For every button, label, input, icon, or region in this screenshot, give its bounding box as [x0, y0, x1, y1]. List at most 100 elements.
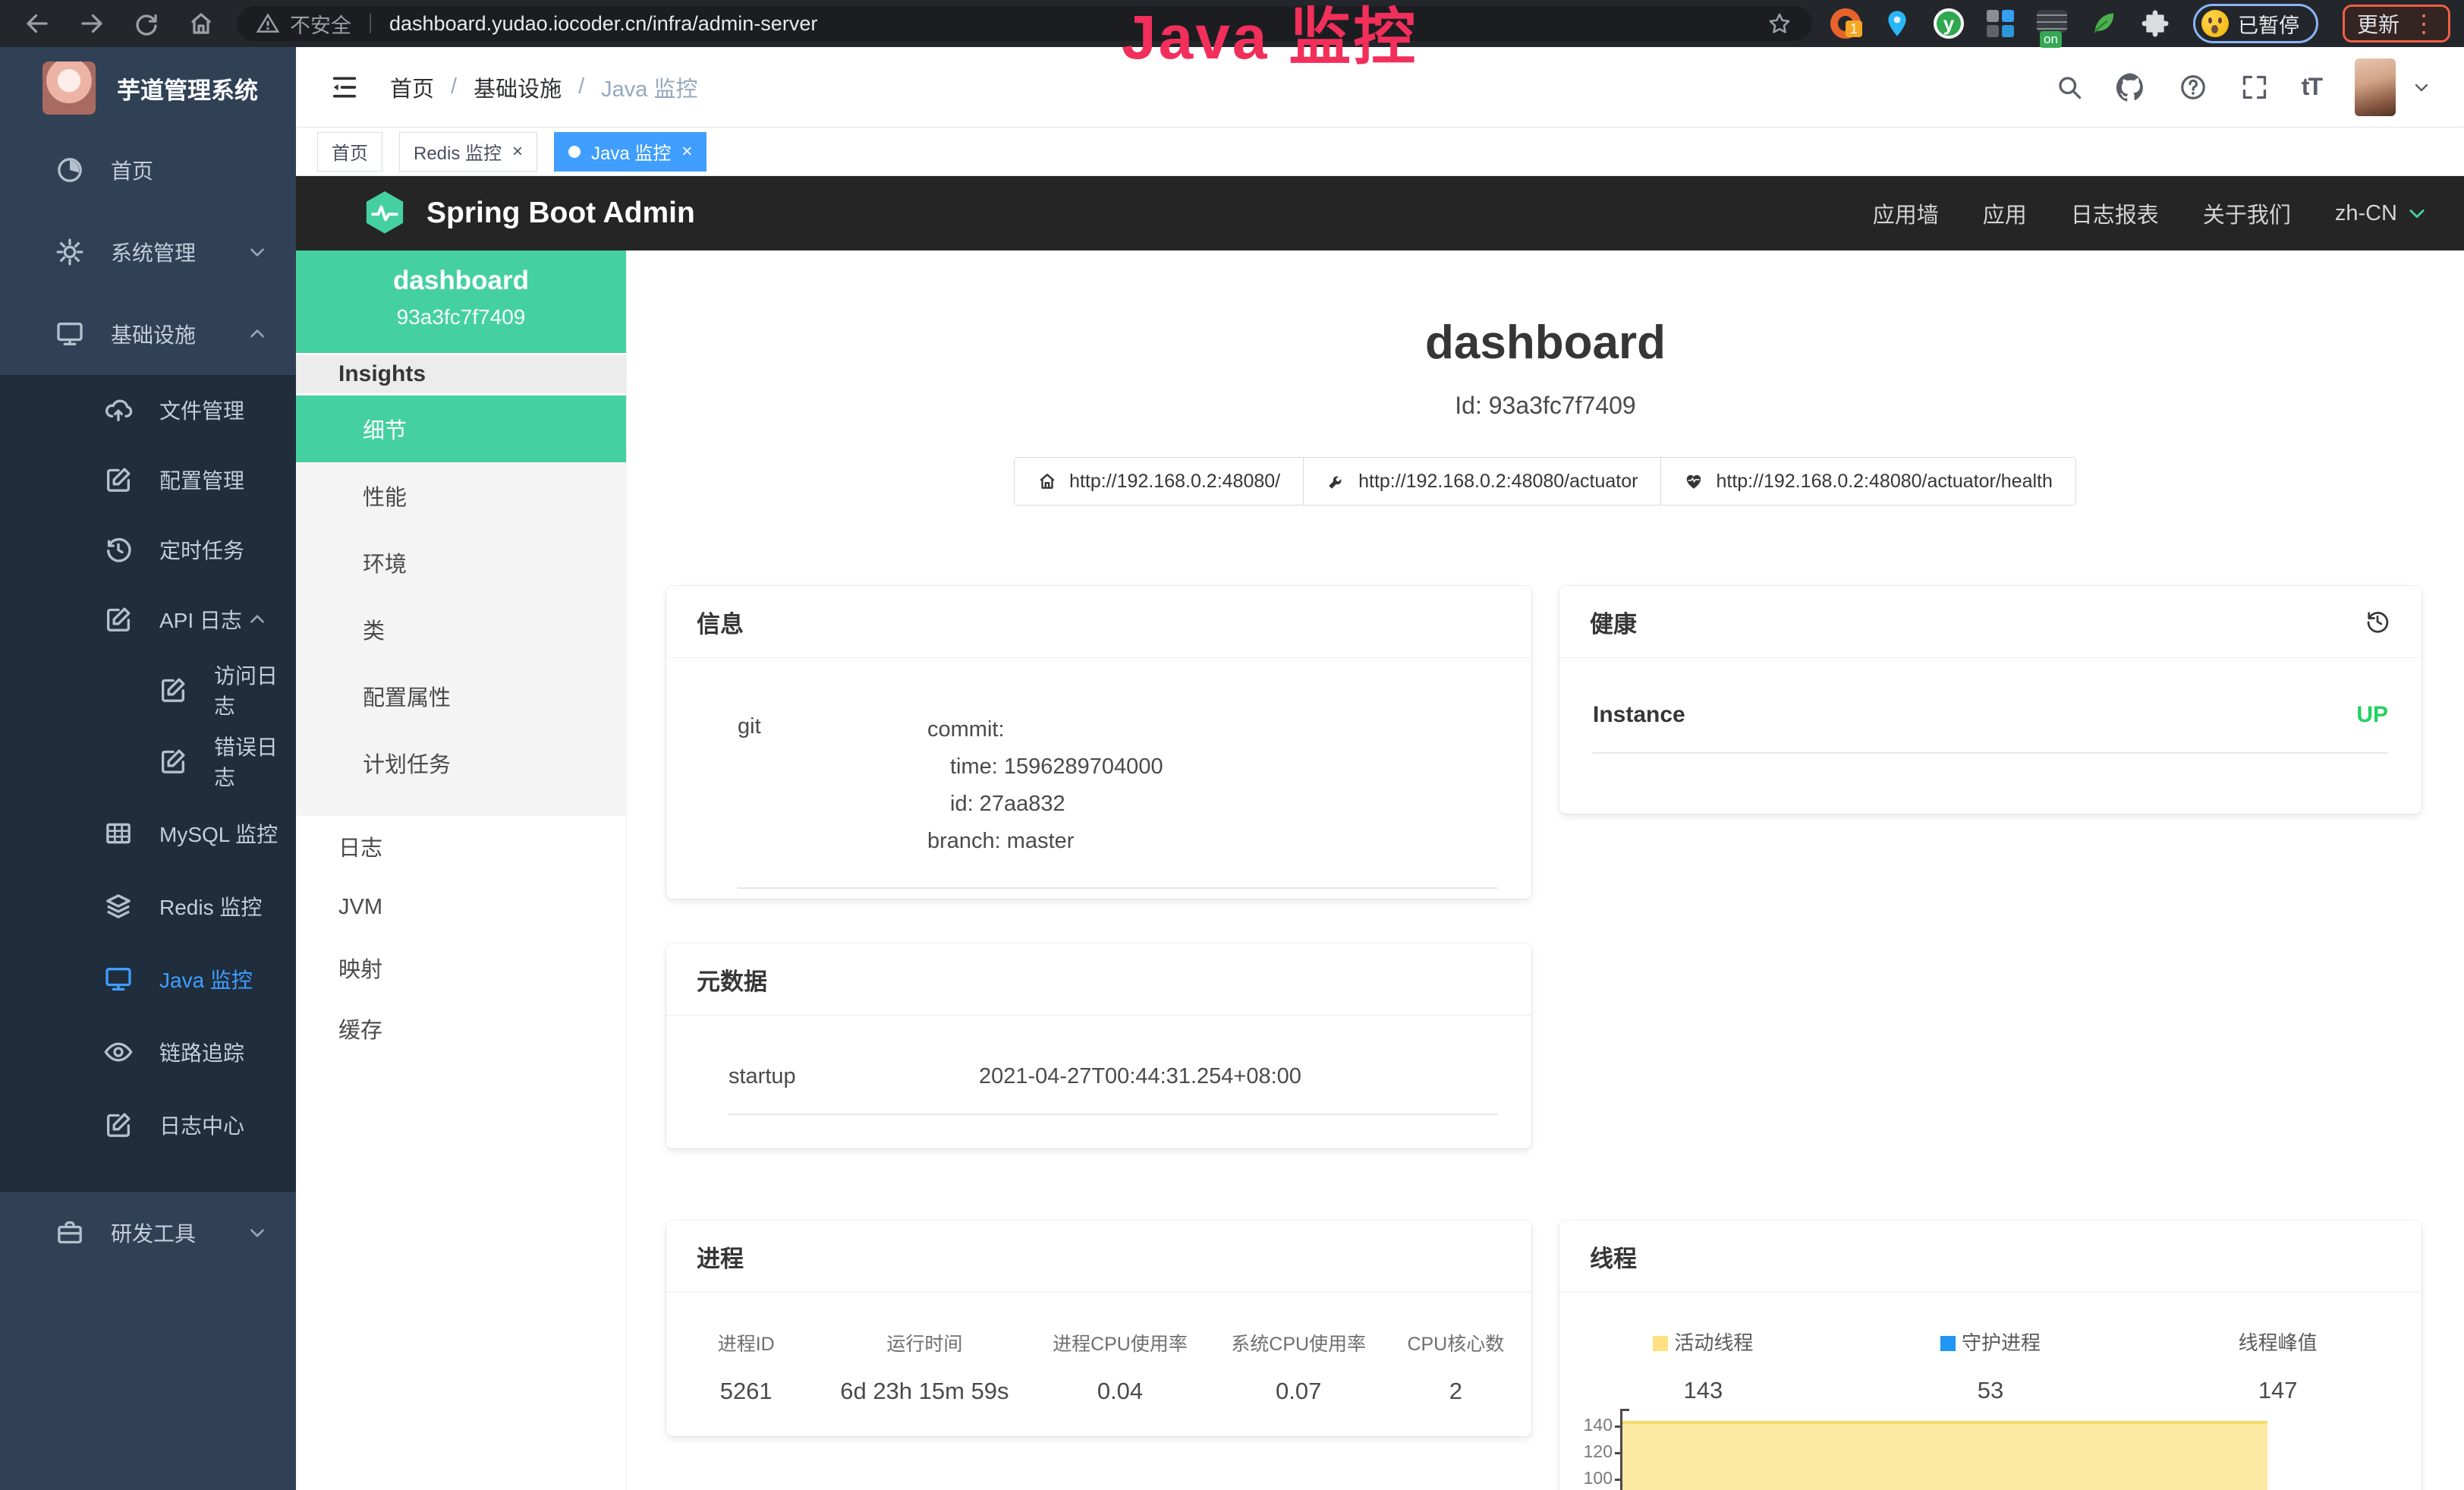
threads-chart: 140 120 100	[1573, 1403, 2408, 1490]
health-instance-label: Instance	[1593, 702, 1685, 728]
sidebar-item-system[interactable]: 系统管理	[0, 211, 296, 293]
sba-menu-jvm[interactable]: JVM	[296, 877, 626, 937]
edit-icon	[158, 746, 188, 777]
tag-redis-monitor[interactable]: Redis 监控 ×	[399, 132, 537, 172]
sidebar-item-error-logs[interactable]: 错误日志	[0, 726, 296, 797]
sba-menu-metrics[interactable]: 性能	[296, 462, 626, 529]
threads-card-title: 线程	[1559, 1221, 2422, 1293]
process-table-row: 5261 6d 23h 15m 59s 0.04 0.07 2	[666, 1378, 1531, 1405]
sba-menu-mappings[interactable]: 映射	[296, 937, 626, 998]
daemon-threads-legend-swatch	[1940, 1336, 1956, 1351]
wrench-icon	[1326, 471, 1346, 491]
search-icon[interactable]	[2056, 74, 2083, 101]
adblock-extension-icon[interactable]: 1	[1830, 8, 1861, 39]
sba-menu-details[interactable]: 细节	[296, 395, 626, 462]
sba-brand-title[interactable]: Spring Boot Admin	[426, 197, 695, 230]
tag-home[interactable]: 首页	[317, 132, 382, 172]
edit-icon	[103, 1110, 134, 1140]
metadata-card: 元数据 startup 2021-04-27T00:44:31.254+08:0…	[666, 943, 1531, 1148]
metadata-startup-row: startup 2021-04-27T00:44:31.254+08:00	[729, 1064, 1498, 1115]
user-menu-caret-icon[interactable]	[2412, 78, 2431, 96]
browser-forward-button[interactable]	[68, 5, 115, 43]
browser-back-button[interactable]	[14, 5, 61, 43]
sidebar-item-home[interactable]: 首页	[0, 129, 296, 211]
close-icon[interactable]: ×	[512, 143, 523, 161]
browser-home-button[interactable]	[178, 5, 225, 43]
fullscreen-icon[interactable]	[2241, 74, 2268, 101]
font-size-icon[interactable]: tT	[2302, 73, 2321, 101]
sidebar-item-infra[interactable]: 基础设施	[0, 293, 296, 375]
daemon-threads-value: 53	[1847, 1377, 2135, 1404]
tag-java-monitor[interactable]: Java 监控 ×	[554, 132, 706, 172]
switch-extension-icon[interactable]: on	[2037, 8, 2067, 39]
instance-header[interactable]: dashboard 93a3fc7f7409	[296, 250, 626, 353]
user-avatar[interactable]	[2355, 58, 2396, 116]
sidebar-item-config-management[interactable]: 配置管理	[0, 445, 296, 515]
sba-nav-about[interactable]: 关于我们	[2203, 197, 2291, 229]
info-card: 信息 git commit: time: 1596289704000 id: 2…	[666, 586, 1531, 899]
profile-avatar-emoji	[2201, 10, 2229, 37]
sidebar-item-scheduled-jobs[interactable]: 定时任务	[0, 515, 296, 584]
browser-menu-icon[interactable]: ⋮	[2412, 11, 2436, 36]
live-threads-area-series	[1622, 1421, 2267, 1490]
monitor-icon	[55, 319, 85, 349]
sba-menu-logs[interactable]: 日志	[296, 816, 626, 877]
live-threads-value: 143	[1559, 1377, 1847, 1404]
sba-locale-select[interactable]: zh-CN	[2335, 201, 2428, 226]
y-extension-icon[interactable]: y	[1934, 8, 1964, 39]
metadata-key: startup	[729, 1064, 979, 1089]
sidebar-item-api-logs[interactable]: API 日志	[0, 584, 296, 654]
briefcase-icon	[55, 1218, 85, 1248]
sidebar-item-log-center[interactable]: 日志中心	[0, 1088, 296, 1161]
system-cpu-value: 0.07	[1210, 1378, 1388, 1405]
pin-extension-icon[interactable]	[1882, 8, 1912, 39]
close-icon[interactable]: ×	[681, 143, 692, 161]
sba-menu-classes[interactable]: 类	[296, 596, 626, 663]
github-icon[interactable]	[2116, 73, 2145, 102]
actuator-url-button[interactable]: http://192.168.0.2:48080/actuator	[1303, 457, 1661, 506]
health-instance-row: Instance UP	[1593, 702, 2388, 754]
process-card-title: 进程	[666, 1221, 1531, 1293]
extensions-row: 1 y on	[1830, 8, 2170, 39]
sidebar-item-tracing[interactable]: 链路追踪	[0, 1016, 296, 1088]
sba-menu-scheduled-tasks[interactable]: 计划任务	[296, 729, 626, 796]
paused-label: 已暂停	[2238, 9, 2299, 39]
sidebar-item-access-logs[interactable]: 访问日志	[0, 654, 296, 726]
grid-extension-icon[interactable]	[1985, 8, 2016, 39]
leaf-extension-icon[interactable]	[2088, 8, 2119, 39]
sidebar-item-mysql-monitor[interactable]: MySQL 监控	[0, 797, 296, 870]
chevron-down-icon	[247, 1223, 267, 1243]
edit-icon	[103, 604, 134, 635]
breadcrumb-infra[interactable]: 基础设施	[474, 71, 562, 103]
y-tick-140: 140	[1573, 1415, 1613, 1435]
sba-nav-wallboard[interactable]: 应用墙	[1873, 197, 1939, 229]
profile-paused-badge[interactable]: 已暂停	[2193, 4, 2318, 43]
bookmark-star-icon[interactable]	[1767, 11, 1792, 36]
sidebar-item-file-management[interactable]: 文件管理	[0, 375, 296, 445]
collapse-sidebar-icon[interactable]	[329, 72, 360, 102]
sidebar-item-devtools[interactable]: 研发工具	[0, 1192, 296, 1274]
sba-menu-caches[interactable]: 缓存	[296, 998, 626, 1059]
sba-menu-environment[interactable]: 环境	[296, 529, 626, 596]
process-table-header: 进程ID 运行时间 进程CPU使用率 系统CPU使用率 CPU核心数	[666, 1329, 1531, 1356]
service-url-button[interactable]: http://192.168.0.2:48080/	[1014, 457, 1304, 506]
sidebar-item-redis-monitor[interactable]: Redis 监控	[0, 870, 296, 943]
cpu-cores-value: 2	[1388, 1378, 1524, 1405]
sba-nav-applications[interactable]: 应用	[1983, 197, 2027, 229]
breadcrumb-home[interactable]: 首页	[390, 71, 434, 103]
security-warning-icon[interactable]	[256, 12, 279, 35]
sba-menu-config-props[interactable]: 配置属性	[296, 663, 626, 729]
history-icon[interactable]	[2364, 608, 2391, 635]
sba-nav-journal[interactable]: 日志报表	[2071, 197, 2159, 229]
browser-reload-button[interactable]	[123, 5, 170, 43]
health-url-button[interactable]: http://192.168.0.2:48080/actuator/health	[1660, 457, 2075, 506]
sidebar-item-java-monitor[interactable]: Java 监控	[0, 943, 296, 1016]
process-card: 进程 进程ID 运行时间 进程CPU使用率 系统CPU使用率 CPU核心数 52…	[666, 1221, 1531, 1436]
address-bar[interactable]: 不安全 dashboard.yudao.iocoder.cn/infra/adm…	[237, 6, 1812, 41]
gear-icon	[55, 237, 85, 267]
url-text[interactable]: dashboard.yudao.iocoder.cn/infra/admin-s…	[389, 12, 817, 36]
browser-update-button[interactable]: 更新 ⋮	[2343, 5, 2450, 43]
security-label[interactable]: 不安全	[290, 9, 351, 39]
extensions-puzzle-icon[interactable]	[2140, 8, 2170, 39]
help-icon[interactable]	[2179, 73, 2208, 102]
